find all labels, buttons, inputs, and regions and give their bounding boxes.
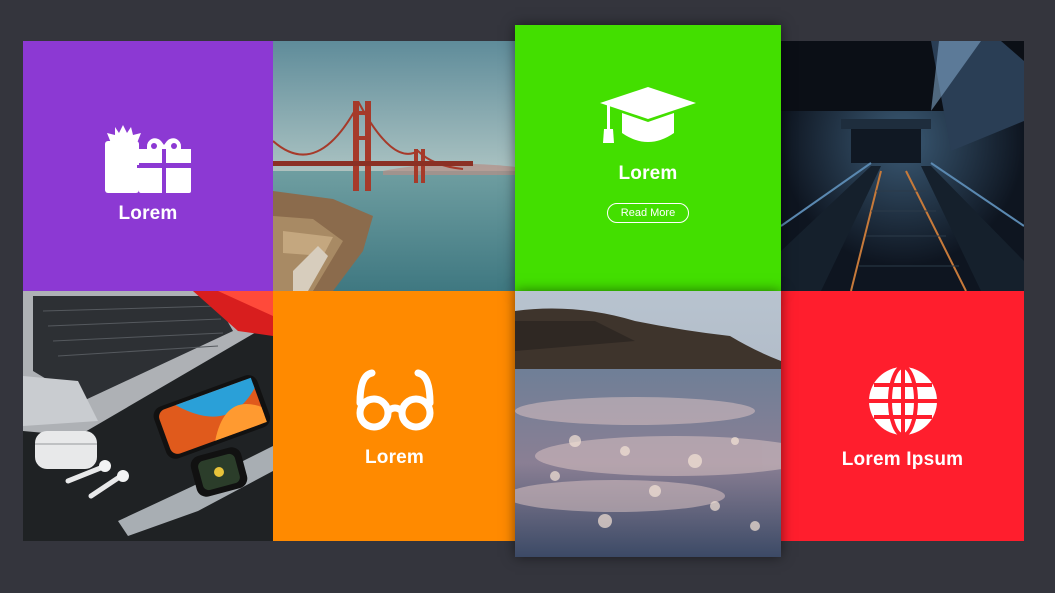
gift-icon (103, 121, 193, 193)
glasses-icon (354, 369, 436, 433)
globe-tile-label: Lorem Ipsum (841, 449, 964, 470)
graduation-cap-icon (600, 87, 696, 145)
escalator-tunnel-photo (781, 41, 1024, 291)
read-more-button[interactable]: Read More (606, 203, 690, 223)
gift-tile-label: Lorem (118, 203, 178, 224)
gift-tile[interactable]: Lorem (23, 41, 273, 291)
globe-tile[interactable]: Lorem Ipsum (781, 291, 1024, 541)
graduation-tile-label: Lorem (618, 163, 678, 184)
laptop-phone-watch-photo (23, 291, 273, 541)
glasses-tile[interactable]: Lorem (273, 291, 516, 541)
water-wave-shore-photo (515, 291, 781, 557)
glasses-tile-label: Lorem (364, 447, 425, 468)
golden-gate-bridge-photo (273, 41, 516, 291)
graduation-tile[interactable]: Lorem Read More (515, 25, 781, 291)
globe-icon (868, 367, 937, 435)
